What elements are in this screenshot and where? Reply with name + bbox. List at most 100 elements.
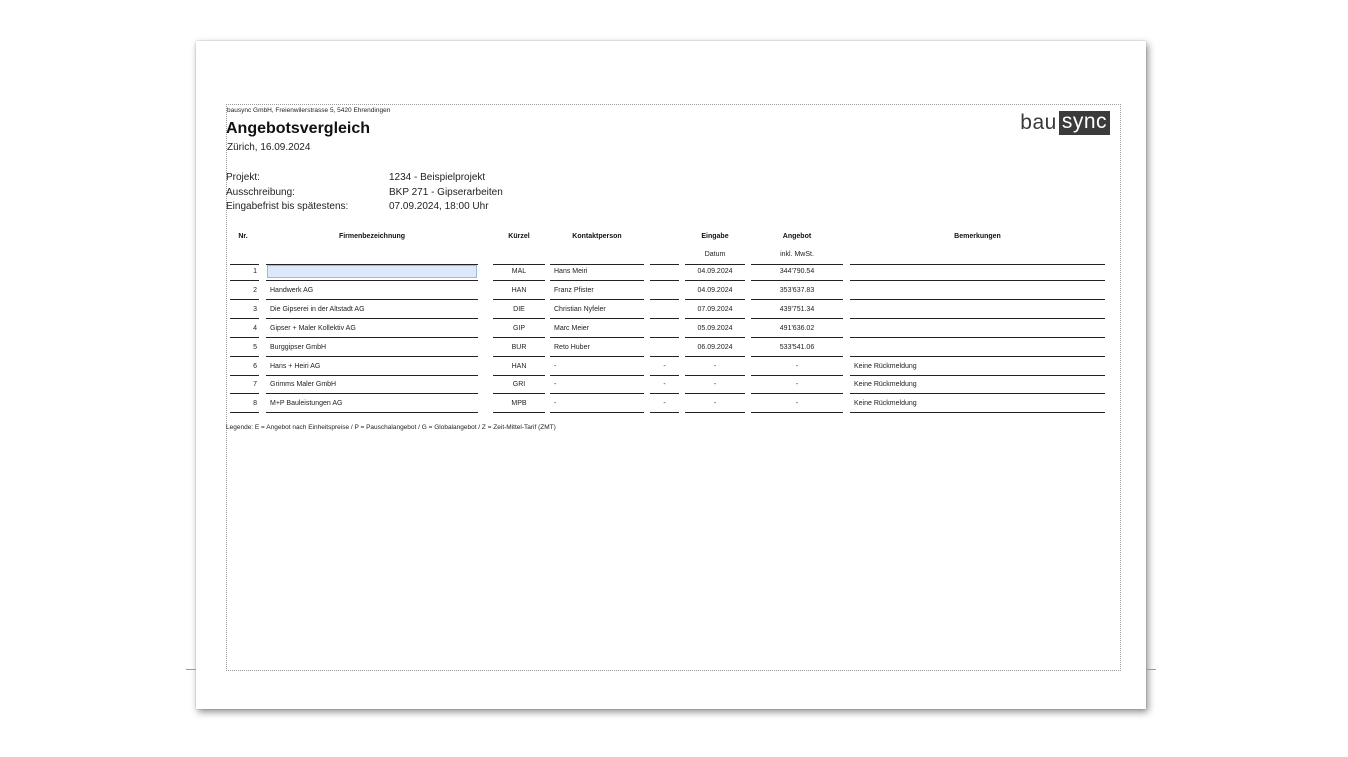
header-firmenbezeichnung: Firmenbezeichnung xyxy=(338,233,406,240)
table-cell-nr[interactable]: 5 xyxy=(230,343,257,353)
table-cell-kuerzel[interactable]: BUR xyxy=(493,343,545,353)
row-underline xyxy=(650,336,679,338)
row-underline xyxy=(230,374,259,376)
table-cell-nr[interactable]: 7 xyxy=(230,380,257,390)
row-underline xyxy=(266,355,478,357)
header-underline xyxy=(230,264,259,265)
table-cell-datum[interactable]: - xyxy=(685,399,745,409)
row-underline xyxy=(850,336,1105,338)
table-cell-kontakt[interactable]: - xyxy=(554,362,644,372)
table-cell-kuerzel[interactable]: DIE xyxy=(493,305,545,315)
table-cell-kuerzel[interactable]: GIP xyxy=(493,324,545,334)
table-cell-kontakt[interactable]: Marc Meier xyxy=(554,324,644,334)
table-cell-kontakt[interactable]: - xyxy=(554,380,644,390)
row-underline xyxy=(650,298,679,300)
table-cell-angebot[interactable]: 533'541.06 xyxy=(751,343,843,353)
row-underline xyxy=(493,317,545,319)
header-underline xyxy=(493,264,545,265)
table-cell-datum[interactable]: 04.09.2024 xyxy=(685,286,745,296)
table-cell-kuerzel[interactable]: HAN xyxy=(493,286,545,296)
table-cell-kontakt[interactable]: Reto Huber xyxy=(554,343,644,353)
row-underline xyxy=(493,355,545,357)
table-cell-kuerzel[interactable]: MAL xyxy=(493,267,545,277)
row-underline xyxy=(230,317,259,319)
table-cell-firma[interactable]: Grimms Maler GmbH xyxy=(270,380,478,390)
table-cell-bemerkung[interactable]: Keine Rückmeldung xyxy=(854,362,1105,372)
table-cell-datum[interactable]: - xyxy=(685,362,745,372)
table-cell-angebot[interactable]: - xyxy=(751,362,843,372)
table-cell-nr[interactable]: 6 xyxy=(230,362,257,372)
row-underline xyxy=(751,280,843,281)
legend-text: Legende: E = Angebot nach Einheitspreise… xyxy=(226,424,556,431)
row-underline xyxy=(685,298,745,300)
row-underline xyxy=(685,412,745,414)
table-cell-angebot[interactable]: 491'636.02 xyxy=(751,324,843,334)
table-cell-bemerkung[interactable]: Keine Rückmeldung xyxy=(854,399,1105,409)
subheader-inkl-mwst: inkl. MwSt. xyxy=(780,251,814,258)
place-date: Zürich, 16.09.2024 xyxy=(227,142,311,153)
table-cell-datum[interactable]: 04.09.2024 xyxy=(685,267,745,277)
row-underline xyxy=(685,393,745,395)
table-cell-firma[interactable]: Hans + Heiri AG xyxy=(270,362,478,372)
table-cell-bemerkung[interactable]: Keine Rückmeldung xyxy=(854,380,1105,390)
header-nr: Nr. xyxy=(238,233,248,240)
table-cell-nr[interactable]: 1 xyxy=(230,267,257,277)
table-cell-angebot[interactable]: 439'751.34 xyxy=(751,305,843,315)
table-cell-datum[interactable]: 05.09.2024 xyxy=(685,324,745,334)
table-cell-nr[interactable]: 2 xyxy=(230,286,257,296)
row-underline xyxy=(751,374,843,376)
row-underline xyxy=(266,374,478,376)
table-cell-nr[interactable]: 8 xyxy=(230,399,257,409)
table-cell-kontakt[interactable]: Franz Pfister xyxy=(554,286,644,296)
row-underline xyxy=(850,412,1105,414)
selected-cell-highlight[interactable] xyxy=(267,265,477,278)
row-underline xyxy=(550,393,644,395)
table-cell-kontakt[interactable]: Christian Nyfeler xyxy=(554,305,644,315)
table-cell-angebot[interactable]: 344'790.54 xyxy=(751,267,843,277)
info-label: Projekt: xyxy=(226,172,260,183)
table-cell-firma[interactable]: Die Gipserei in der Altstadt AG xyxy=(270,305,478,315)
table-cell-firma[interactable]: Gipser + Maler Kollektiv AG xyxy=(270,324,478,334)
row-underline xyxy=(493,412,545,414)
table-cell-datum[interactable]: 06.09.2024 xyxy=(685,343,745,353)
bausync-logo: bau sync xyxy=(1020,111,1110,135)
row-underline xyxy=(850,298,1105,300)
table-cell-typ[interactable]: - xyxy=(650,362,679,372)
info-value: BKP 271 - Gipserarbeiten xyxy=(389,186,503,198)
row-underline xyxy=(230,393,259,395)
row-underline xyxy=(850,355,1105,357)
row-underline xyxy=(550,336,644,338)
table-cell-firma[interactable]: Burggipser GmbH xyxy=(270,343,478,353)
row-underline xyxy=(550,280,644,281)
header-eingabe: Eingabe xyxy=(701,233,729,240)
table-cell-angebot[interactable]: 353'637.83 xyxy=(751,286,843,296)
table-cell-typ[interactable]: - xyxy=(650,399,679,409)
table-cell-kontakt[interactable]: - xyxy=(554,399,644,409)
table-cell-nr[interactable]: 3 xyxy=(230,305,257,315)
table-cell-kuerzel[interactable]: MPB xyxy=(493,399,545,409)
row-underline xyxy=(751,336,843,338)
table-cell-nr[interactable]: 4 xyxy=(230,324,257,334)
row-underline xyxy=(650,412,679,414)
table-cell-kuerzel[interactable]: HAN xyxy=(493,362,545,372)
table-cell-kuerzel[interactable]: GRI xyxy=(493,380,545,390)
logo-text-sync: sync xyxy=(1058,111,1110,135)
table-cell-datum[interactable]: - xyxy=(685,380,745,390)
row-underline xyxy=(650,374,679,376)
row-underline xyxy=(850,280,1105,281)
table-cell-firma[interactable]: Handwerk AG xyxy=(270,286,478,296)
table-cell-typ[interactable]: - xyxy=(650,380,679,390)
row-underline xyxy=(230,355,259,357)
row-underline xyxy=(230,336,259,338)
table-cell-kontakt[interactable]: Hans Meiri xyxy=(554,267,644,277)
header-underline xyxy=(751,264,843,265)
row-underline xyxy=(550,412,644,414)
table-cell-firma[interactable]: M+P Bauleistungen AG xyxy=(270,399,478,409)
document-page: bausync GmbH, Freienwilerstrasse 5, 5420… xyxy=(186,41,1156,709)
table-cell-angebot[interactable]: - xyxy=(751,399,843,409)
table-cell-datum[interactable]: 07.09.2024 xyxy=(685,305,745,315)
row-underline xyxy=(751,355,843,357)
row-underline xyxy=(751,317,843,319)
table-cell-angebot[interactable]: - xyxy=(751,380,843,390)
info-label: Eingabefrist bis spätestens: xyxy=(226,201,349,213)
